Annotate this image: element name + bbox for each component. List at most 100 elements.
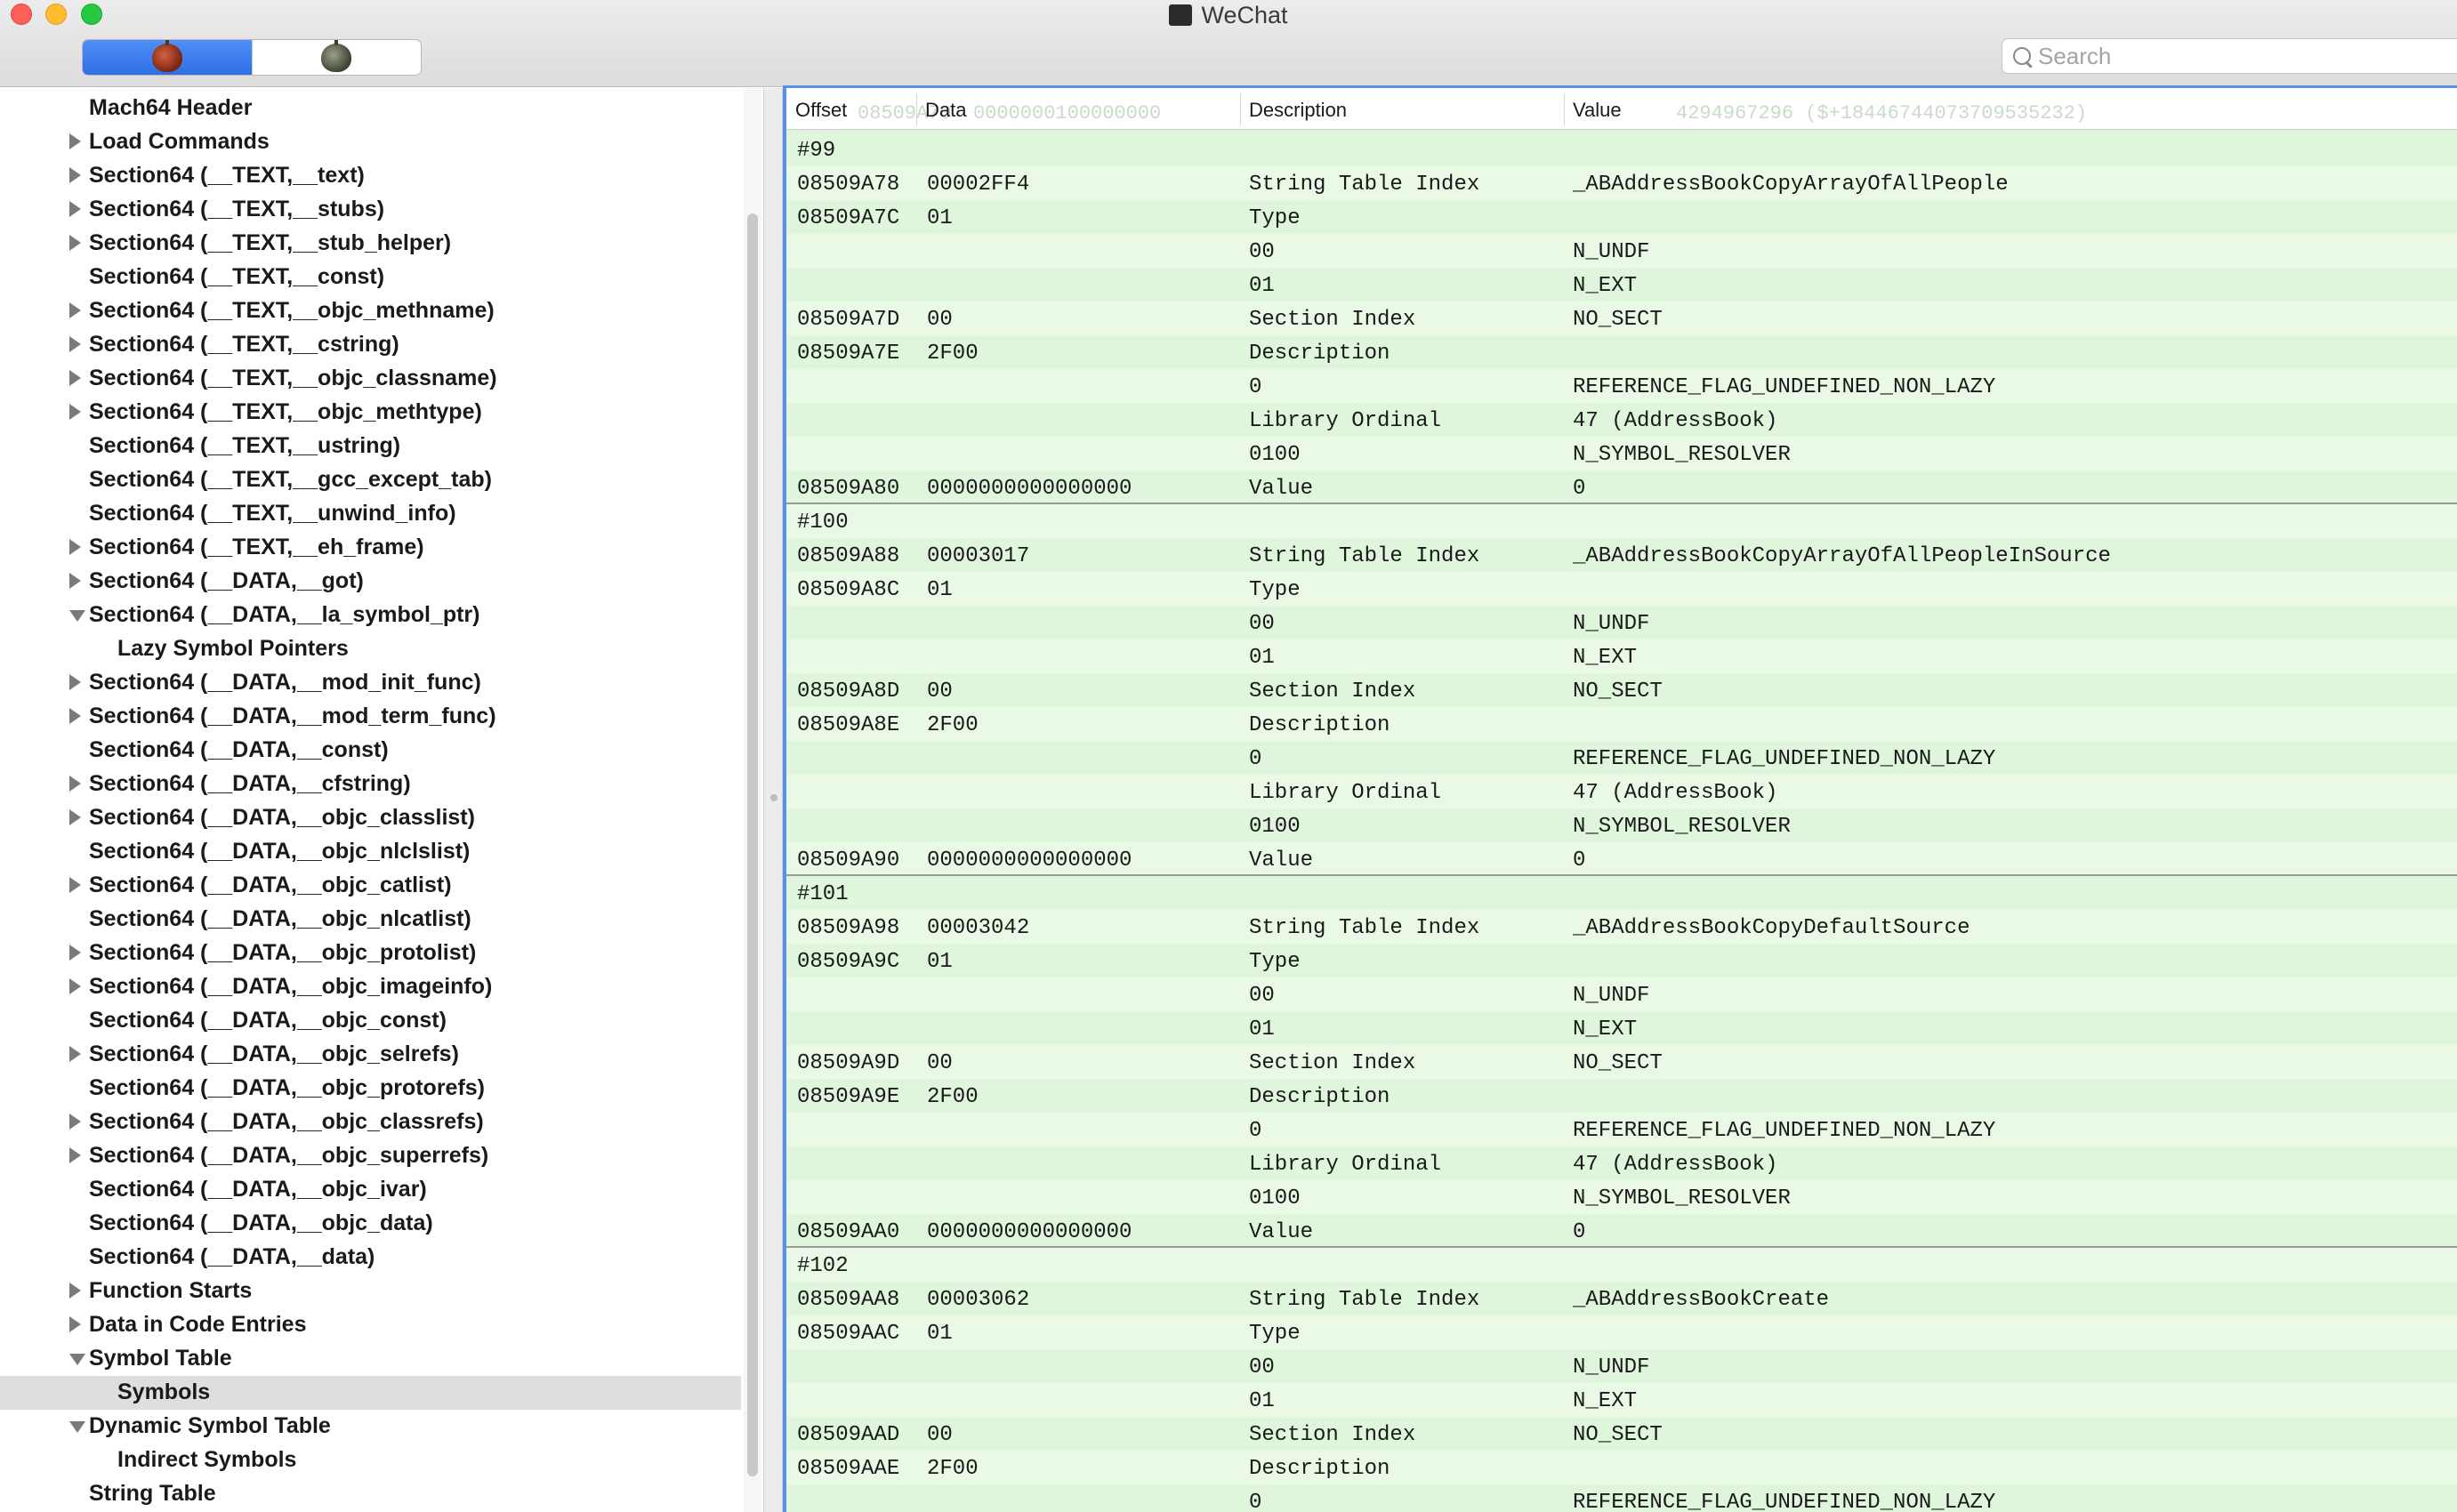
table-row[interactable]: 08509A8C 01 Type <box>786 572 2457 606</box>
table-row[interactable]: Library Ordinal 47 (AddressBook) <box>786 1146 2457 1180</box>
outline-item[interactable]: Section64 (__DATA,__objc_protolist) <box>0 937 741 970</box>
outline-item[interactable]: Section64 (__TEXT,__unwind_info) <box>0 497 741 531</box>
table-row[interactable]: 00 N_UNDF <box>786 977 2457 1011</box>
table-row[interactable]: Library Ordinal 47 (AddressBook) <box>786 775 2457 808</box>
outline-item[interactable]: Section64 (__DATA,__mod_term_func) <box>0 700 741 734</box>
table-row[interactable]: 08509A9E 2F00 Description <box>786 1079 2457 1113</box>
disclosure-expanded-icon[interactable] <box>69 610 85 622</box>
outline-item[interactable]: Lazy Symbol Pointers <box>0 632 741 666</box>
table-row[interactable]: #101 <box>786 876 2457 910</box>
disclosure-collapsed-icon[interactable] <box>69 1283 81 1299</box>
table-row[interactable]: 01 N_EXT <box>786 1011 2457 1045</box>
disclosure-collapsed-icon[interactable] <box>69 1147 81 1163</box>
table-row[interactable]: 0100 N_SYMBOL_RESOLVER <box>786 808 2457 842</box>
disclosure-collapsed-icon[interactable] <box>69 1316 81 1332</box>
table-row[interactable]: 00 N_UNDF <box>786 234 2457 268</box>
outline-item[interactable]: Section64 (__TEXT,__eh_frame) <box>0 531 741 565</box>
table-row[interactable]: 0 REFERENCE_FLAG_UNDEFINED_NON_LAZY <box>786 741 2457 775</box>
outline-item[interactable]: Section64 (__TEXT,__const) <box>0 261 741 294</box>
disclosure-collapsed-icon[interactable] <box>69 167 81 183</box>
table-row[interactable]: 0 REFERENCE_FLAG_UNDEFINED_NON_LAZY <box>786 369 2457 403</box>
outline-item[interactable]: Section64 (__DATA,__const) <box>0 734 741 768</box>
disclosure-collapsed-icon[interactable] <box>69 776 81 792</box>
table-row[interactable]: 08509A80 0000000000000000 Value 0 <box>786 470 2457 504</box>
column-separator[interactable] <box>1564 93 1565 125</box>
disclosure-collapsed-icon[interactable] <box>69 877 81 893</box>
disclosure-collapsed-icon[interactable] <box>69 708 81 724</box>
search-field[interactable] <box>2002 38 2457 74</box>
disclosure-collapsed-icon[interactable] <box>69 201 81 217</box>
outline-scroll-thumb[interactable] <box>747 213 758 1476</box>
outline-item[interactable]: Dynamic Symbol Table <box>0 1410 741 1444</box>
outline-item[interactable]: Section64 (__DATA,__got) <box>0 565 741 599</box>
disclosure-collapsed-icon[interactable] <box>69 573 81 589</box>
disclosure-collapsed-icon[interactable] <box>69 133 81 149</box>
disclosure-expanded-icon[interactable] <box>69 1421 85 1433</box>
table-row[interactable]: 08509A8D 00 Section Index NO_SECT <box>786 673 2457 707</box>
table-row[interactable]: #100 <box>786 504 2457 538</box>
column-header-offset[interactable]: Offset <box>795 99 847 122</box>
outline-item[interactable]: Section64 (__TEXT,__cstring) <box>0 328 741 362</box>
outline-item[interactable]: String Table <box>0 1477 741 1511</box>
table-row[interactable]: 08509A8E 2F00 Description <box>786 707 2457 741</box>
outline-item[interactable]: Section64 (__TEXT,__ustring) <box>0 430 741 463</box>
outline-item[interactable]: Section64 (__DATA,__objc_classlist) <box>0 801 741 835</box>
disclosure-collapsed-icon[interactable] <box>69 978 81 994</box>
outline-item[interactable]: Section64 (__DATA,__objc_superrefs) <box>0 1139 741 1173</box>
disclosure-collapsed-icon[interactable] <box>69 809 81 825</box>
table-row[interactable]: 08509AAD 00 Section Index NO_SECT <box>786 1417 2457 1451</box>
outline-item[interactable]: Symbol Table <box>0 1342 741 1376</box>
outline-item[interactable]: Section64 (__TEXT,__objc_methtype) <box>0 396 741 430</box>
table-row[interactable]: 0100 N_SYMBOL_RESOLVER <box>786 437 2457 470</box>
table-row[interactable]: 00 N_UNDF <box>786 1349 2457 1383</box>
outline-item[interactable]: Section64 (__DATA,__objc_catlist) <box>0 869 741 903</box>
outline-item[interactable]: Section64 (__TEXT,__stub_helper) <box>0 227 741 261</box>
outline-item[interactable]: Load Commands <box>0 125 741 159</box>
outline-item[interactable]: Section64 (__DATA,__mod_init_func) <box>0 666 741 700</box>
disclosure-collapsed-icon[interactable] <box>69 539 81 555</box>
table-row[interactable]: 08509AA8 00003062 String Table Index _ABAdd… <box>786 1282 2457 1315</box>
outline-item[interactable]: Section64 (__TEXT,__gcc_except_tab) <box>0 463 741 497</box>
raw-view-button[interactable] <box>83 40 252 75</box>
table-row[interactable]: 0 REFERENCE_FLAG_UNDEFINED_NON_LAZY <box>786 1113 2457 1146</box>
outline-item[interactable]: Section64 (__DATA,__objc_ivar) <box>0 1173 741 1207</box>
outline-item[interactable]: Section64 (__DATA,__objc_classrefs) <box>0 1106 741 1139</box>
column-header-value[interactable]: Value <box>1573 99 1622 122</box>
disclosure-collapsed-icon[interactable] <box>69 1114 81 1130</box>
column-separator[interactable] <box>1240 93 1241 125</box>
outline-item[interactable]: Mach64 Header <box>0 92 741 125</box>
outline-item[interactable]: Section64 (__TEXT,__text) <box>0 159 741 193</box>
disclosure-collapsed-icon[interactable] <box>69 336 81 352</box>
column-header-data[interactable]: Data <box>925 99 966 122</box>
table-row[interactable]: #102 <box>786 1248 2457 1282</box>
table-row[interactable]: 08509AA0 0000000000000000 Value 0 <box>786 1214 2457 1248</box>
table-row[interactable]: 08509A7C 01 Type <box>786 200 2457 234</box>
table-row[interactable]: 08509AAE 2F00 Description <box>786 1451 2457 1484</box>
outline-item[interactable]: Data in Code Entries <box>0 1308 741 1342</box>
outline-item[interactable]: Section64 (__DATA,__data) <box>0 1241 741 1275</box>
disclosure-collapsed-icon[interactable] <box>69 370 81 386</box>
column-header-description[interactable]: Description <box>1249 99 1347 122</box>
table-row[interactable]: 08509A7D 00 Section Index NO_SECT <box>786 302 2457 335</box>
table-row[interactable]: 08509A9D 00 Section Index NO_SECT <box>786 1045 2457 1079</box>
disclosure-collapsed-icon[interactable] <box>69 302 81 318</box>
rva-view-button[interactable] <box>251 40 422 75</box>
disclosure-collapsed-icon[interactable] <box>69 674 81 690</box>
table-row[interactable]: Library Ordinal 47 (AddressBook) <box>786 403 2457 437</box>
table-row[interactable]: 08509A90 0000000000000000 Value 0 <box>786 842 2457 876</box>
table-row[interactable]: 0 REFERENCE_FLAG_UNDEFINED_NON_LAZY <box>786 1484 2457 1512</box>
outline-item[interactable]: Section64 (__TEXT,__objc_methname) <box>0 294 741 328</box>
table-row[interactable]: 01 N_EXT <box>786 1383 2457 1417</box>
outline-item[interactable]: Section64 (__DATA,__la_symbol_ptr) <box>0 599 741 632</box>
disclosure-collapsed-icon[interactable] <box>69 404 81 420</box>
table-row[interactable]: 08509A98 00003042 String Table Index _ABAdd… <box>786 910 2457 944</box>
table-row[interactable]: 01 N_EXT <box>786 268 2457 302</box>
table-row[interactable]: 08509A9C 01 Type <box>786 944 2457 977</box>
table-row[interactable]: 08509A88 00003017 String Table Index _ABAdd… <box>786 538 2457 572</box>
outline-item[interactable]: Section64 (__DATA,__objc_const) <box>0 1004 741 1038</box>
outline-item[interactable]: Section64 (__DATA,__objc_protorefs) <box>0 1072 741 1106</box>
outline-item[interactable]: Symbols <box>0 1376 741 1410</box>
table-row[interactable]: 00 N_UNDF <box>786 606 2457 639</box>
outline-item[interactable]: Section64 (__DATA,__objc_selrefs) <box>0 1038 741 1072</box>
outline-item[interactable]: Function Starts <box>0 1275 741 1308</box>
